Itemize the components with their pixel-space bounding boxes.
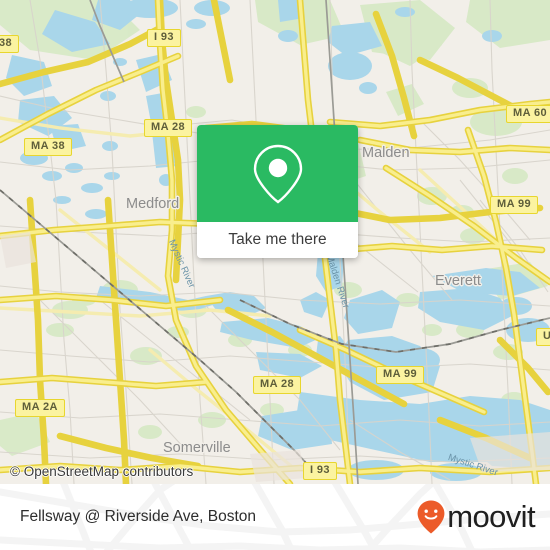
map-pin-icon <box>253 144 302 203</box>
moovit-map-page: Medford Malden Everett Somerville Mystic… <box>0 0 550 550</box>
moovit-wordmark: moovit <box>447 499 535 534</box>
place-card[interactable]: Take me there <box>197 125 358 258</box>
moovit-smiley-pin-icon <box>417 500 445 534</box>
take-me-there-label: Take me there <box>228 231 327 248</box>
place-card-hero <box>197 125 358 222</box>
route-shield-ma2a: MA 2A <box>15 399 65 417</box>
moovit-brand[interactable]: moovit <box>416 499 536 535</box>
route-shield-ma60: MA 60 <box>506 105 550 123</box>
route-shield-ma38: MA 38 <box>24 138 72 156</box>
route-shield-ma38-clipped: 38 <box>0 35 20 53</box>
route-shield-us-clipped: U <box>536 328 550 346</box>
route-shield-ma99-north: MA 99 <box>490 196 538 214</box>
map-attribution[interactable]: © OpenStreetMap contributors <box>10 464 193 479</box>
place-title: Fellsway @ Riverside Ave, Boston <box>20 508 256 525</box>
take-me-there-button[interactable]: Take me there <box>197 222 358 258</box>
route-shield-ma99-south: MA 99 <box>376 366 424 384</box>
route-shield-ma28-south: MA 28 <box>253 376 301 394</box>
route-shield-ma28-north: MA 28 <box>144 119 192 137</box>
footer-bar: Fellsway @ Riverside Ave, Boston moovit <box>0 484 550 550</box>
route-shield-i93-south: I 93 <box>303 462 337 480</box>
route-shield-i93-north: I 93 <box>147 29 181 47</box>
